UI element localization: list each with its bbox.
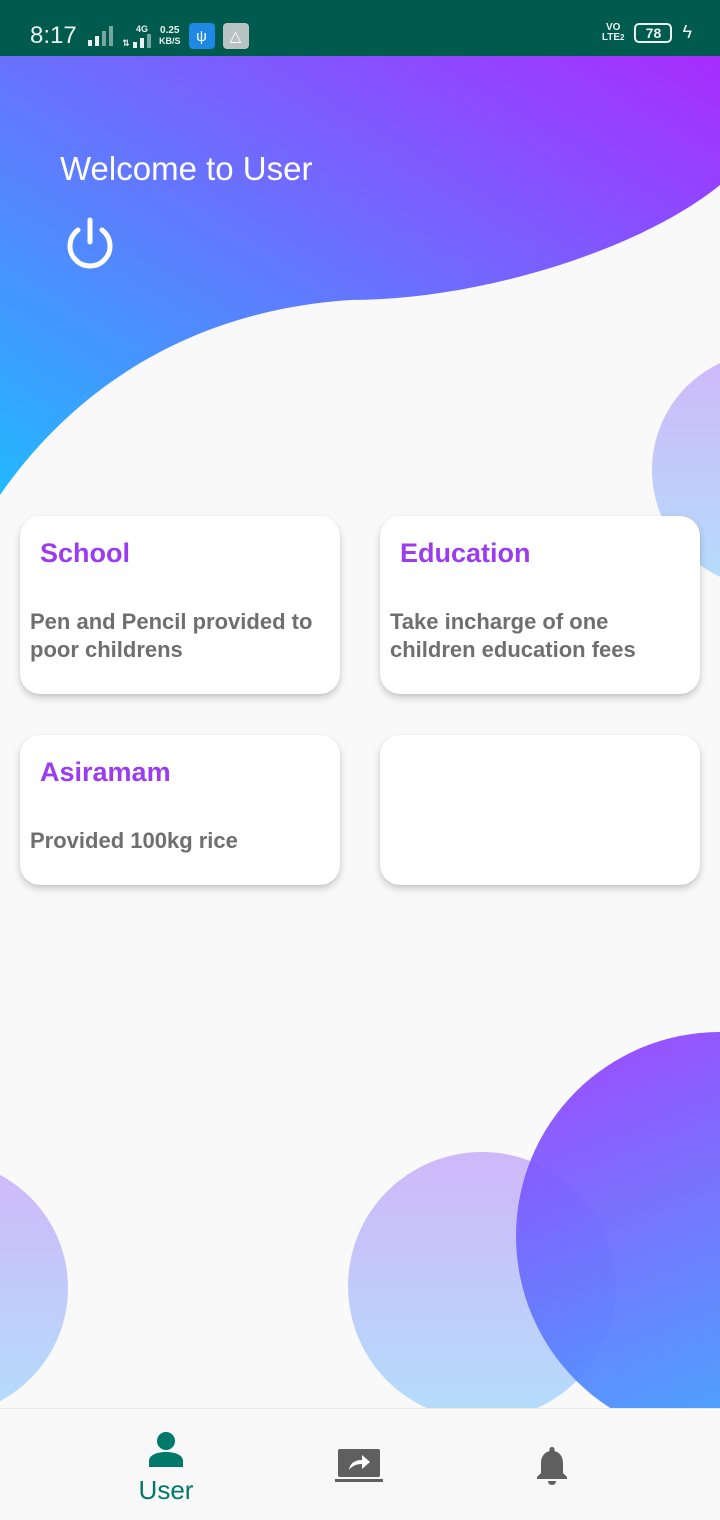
volte-lte: LTE: [601, 31, 621, 43]
volte-icon: VO LTE2: [601, 22, 625, 43]
volte-bottom: LTE2: [601, 31, 625, 43]
power-icon: [67, 217, 113, 269]
battery-icon: 78: [634, 22, 673, 43]
nav-user[interactable]: User: [96, 1409, 236, 1520]
nav-user-label: User: [138, 1475, 194, 1505]
card-empty[interactable]: [380, 735, 700, 885]
nav-notifications[interactable]: [482, 1409, 622, 1520]
status-icons-left: ⇅ 4G 0.25 KB/S ψ △: [88, 22, 249, 50]
signal-strength-icon: [88, 26, 113, 46]
person-icon: [149, 1432, 183, 1467]
nav-share[interactable]: [290, 1409, 430, 1520]
card-title: Asiramam: [40, 757, 171, 787]
charging-icon: ϟ: [682, 22, 692, 42]
status-bar: 8:17 ⇅ 4G 0.25 KB/S ψ △ VO LTE2 78 ϟ: [0, 0, 720, 56]
data-speed-unit: KB/S: [159, 36, 181, 46]
battery-level: 78: [645, 24, 662, 41]
header-gradient-blob: [0, 56, 720, 495]
usb-icon: ψ: [188, 23, 215, 49]
share-screen-icon: [335, 1449, 383, 1482]
card-asiramam[interactable]: Asiramam Provided 100kg rice: [20, 735, 340, 885]
share-notification-icon: △: [222, 23, 249, 49]
logout-button[interactable]: [64, 216, 116, 270]
mobile-data-icon: ⇅ 4G: [121, 24, 151, 48]
status-icons-right: VO LTE2 78 ϟ: [602, 22, 692, 43]
card-education[interactable]: Education Take incharge of one children …: [380, 516, 700, 694]
card-description: Provided 100kg rice: [30, 828, 238, 853]
card-title: School: [40, 538, 131, 568]
data-speed: 0.25 KB/S: [159, 25, 181, 47]
status-time: 8:17: [30, 22, 77, 49]
decor-circle-bottom-left: [0, 1174, 68, 1402]
bottom-navigation: User: [0, 1408, 720, 1520]
card-description: Take incharge of one children education …: [390, 609, 636, 662]
welcome-title: Welcome to User: [60, 150, 313, 187]
card-title: Education: [400, 538, 531, 568]
bell-icon: [537, 1447, 567, 1485]
card-school[interactable]: School Pen and Pencil provided to poor c…: [20, 516, 340, 694]
data-speed-value: 0.25: [160, 25, 180, 36]
card-description: Pen and Pencil provided to poor children…: [30, 609, 313, 662]
sim-slot: 2: [620, 32, 625, 42]
network-type: 4G: [135, 24, 148, 34]
